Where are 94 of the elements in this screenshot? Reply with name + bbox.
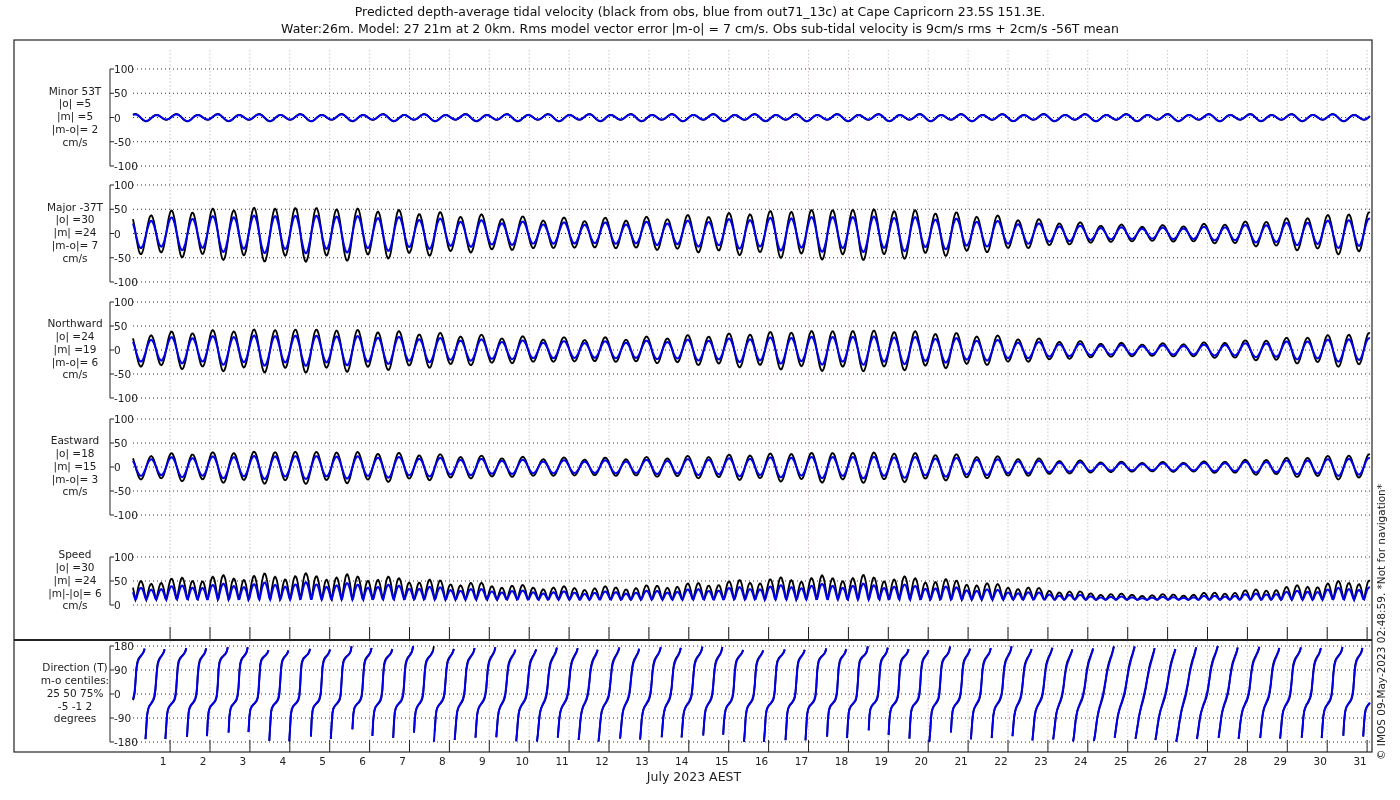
- panel-label: |m| =24: [53, 573, 97, 586]
- y-tick-label: 0: [114, 111, 121, 124]
- x-tick-label: 13: [635, 755, 649, 767]
- x-tick-label: 9: [478, 755, 486, 767]
- y-tick-label: 100: [114, 296, 135, 308]
- y-tick-label: 100: [114, 551, 135, 563]
- y-tick-label: 50: [114, 320, 128, 332]
- y-tick-label: 50: [114, 87, 128, 100]
- panel-label: |m-o|= 7: [51, 239, 99, 251]
- x-tick-label: 26: [1153, 755, 1168, 767]
- y-axis: [109, 556, 115, 606]
- x-tick-label: 7: [399, 755, 406, 767]
- panel-label: Northward: [47, 317, 103, 330]
- x-tick-label: 2: [199, 755, 207, 767]
- x-tick-label: 8: [439, 755, 446, 767]
- panel-label: degrees: [53, 712, 97, 725]
- panel-label: -5 -1 2: [57, 699, 93, 712]
- x-tick-label: 25: [1114, 755, 1128, 767]
- panel-label: Eastward: [50, 434, 100, 447]
- x-tick-label: 29: [1273, 755, 1287, 767]
- y-tick-label: -100: [114, 276, 138, 288]
- y-tick-label: 50: [114, 575, 128, 587]
- x-tick-label: 5: [319, 755, 327, 767]
- y-tick-label: -50: [114, 485, 132, 497]
- x-tick-label: 31: [1353, 755, 1367, 767]
- panel-label: |o| =24: [55, 329, 95, 342]
- x-tick-label: 19: [874, 755, 888, 767]
- x-tick-label: 22: [994, 755, 1008, 767]
- x-tick-label: 12: [595, 755, 609, 767]
- panel-label: |o| =18: [55, 446, 95, 459]
- x-tick-label: 21: [954, 755, 968, 767]
- y-tick-label: 90: [114, 664, 128, 676]
- chart-title: Predicted depth-average tidal velocity (black from obs, blue from out71_13c) at Cape Capricorn 23.5S 151.3E.: [354, 4, 1046, 19]
- panel-label: |m|-|o|= 6: [48, 586, 102, 599]
- x-tick-label: 10: [515, 755, 529, 767]
- y-tick-label: -100: [114, 392, 138, 404]
- x-tick-label: 4: [279, 755, 287, 767]
- y-tick-label: 0: [114, 227, 121, 240]
- x-tick-label: 11: [555, 755, 569, 767]
- chart-title: Water:26m. Model: 27 21m at 2 0km. Rms model vector error |m-o| = 7 cm/s. Obs sub-tidal velocity is 9cm/s rms + 2cm/s -56T mean: [281, 21, 1119, 36]
- x-tick-label: 18: [834, 755, 849, 767]
- y-tick-label: 180: [114, 640, 135, 652]
- x-tick-label: 17: [794, 755, 809, 767]
- panel-label: Major -37T: [46, 200, 104, 213]
- panel-label: |m-o|= 2: [51, 123, 99, 135]
- panel-label: cm/s: [62, 251, 88, 264]
- x-tick-label: 6: [359, 755, 366, 767]
- panel-label: 25 50 75%: [46, 686, 104, 699]
- x-tick-label: 3: [239, 755, 247, 767]
- y-tick-label: -100: [114, 160, 138, 172]
- panel-label: Minor 53T: [48, 84, 102, 97]
- x-tick-label: 24: [1074, 755, 1088, 767]
- y-tick-label: 50: [114, 437, 128, 449]
- y-tick-label: 0: [114, 461, 121, 473]
- x-tick-label: 14: [675, 755, 689, 767]
- panel-label: m-o centiles:: [40, 673, 110, 686]
- panel-label: Speed: [58, 548, 92, 561]
- y-tick-label: -50: [114, 135, 132, 148]
- y-tick-label: 100: [114, 63, 135, 75]
- y-tick-label: 0: [114, 688, 121, 700]
- panel-label: |o| =5: [58, 97, 92, 110]
- x-tick-label: 15: [715, 755, 729, 767]
- panel-label: cm/s: [62, 599, 88, 612]
- panel-label: |m-o|= 6: [51, 355, 99, 368]
- panel-label: cm/s: [62, 485, 88, 498]
- panel-label: Direction (T): [42, 661, 108, 674]
- y-tick-label: -50: [114, 368, 132, 380]
- x-tick-label: 16: [754, 755, 769, 767]
- y-tick-label: 0: [114, 344, 121, 356]
- credit-text: © IMOS 09-May-2023 02:48:59. *Not for navigation*: [1375, 483, 1387, 761]
- panel-label: |m| =24: [53, 226, 97, 239]
- y-tick-label: -180: [114, 736, 138, 748]
- y-tick-label: 100: [114, 413, 135, 425]
- x-tick-label: 27: [1193, 755, 1208, 767]
- y-tick-label: -50: [114, 251, 132, 264]
- panel-label: |m| =15: [53, 459, 97, 472]
- panel-label: |m-o|= 3: [51, 472, 99, 485]
- x-axis-label: July 2023 AEST: [646, 769, 742, 784]
- panel-label: cm/s: [62, 135, 88, 148]
- y-tick-label: 50: [114, 203, 128, 216]
- panel-label: |o| =30: [55, 560, 95, 573]
- y-tick-label: -100: [114, 509, 138, 521]
- y-tick-label: 0: [114, 599, 121, 611]
- x-tick-label: 1: [159, 755, 167, 767]
- x-tick-label: 30: [1313, 755, 1327, 767]
- panel-label: |o| =30: [55, 213, 95, 226]
- y-tick-label: -90: [114, 712, 132, 724]
- panel-label: |m| =19: [53, 342, 97, 355]
- x-tick-label: 20: [914, 755, 928, 767]
- x-tick-label: 23: [1034, 755, 1048, 767]
- y-tick-label: 100: [114, 179, 135, 191]
- panel-label: |m| =5: [56, 110, 94, 123]
- x-tick-label: 28: [1233, 755, 1248, 767]
- panel-label: cm/s: [62, 368, 88, 381]
